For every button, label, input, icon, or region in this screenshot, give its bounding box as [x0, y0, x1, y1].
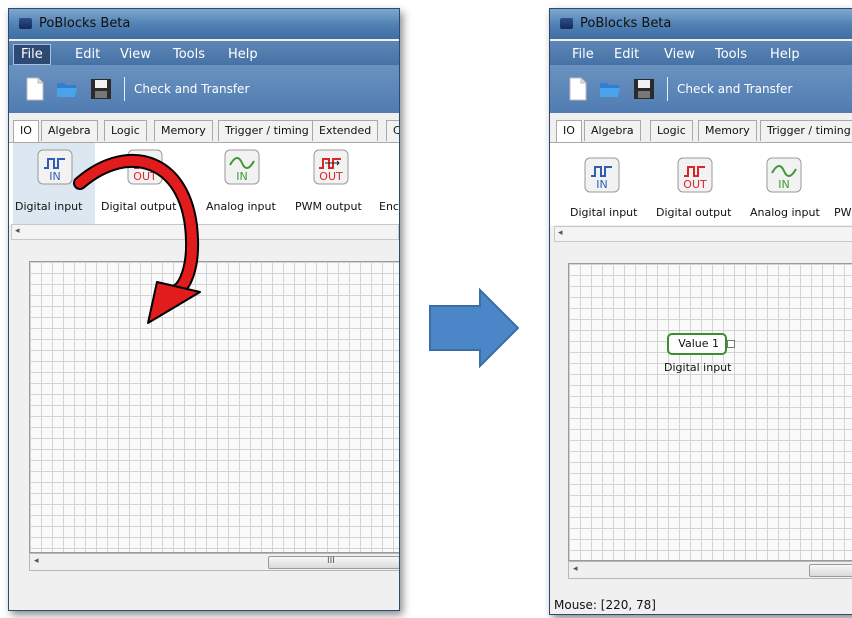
new-file-icon[interactable]	[566, 77, 590, 101]
title-bar[interactable]: PoBlocks Beta	[550, 9, 852, 39]
palette-digital-output[interactable]: OUT Digital output	[97, 143, 185, 225]
menu-bar: File Edit View Tools Help	[550, 41, 852, 65]
tab-more[interactable]: C	[386, 120, 399, 141]
tab-io[interactable]: IO	[13, 120, 39, 143]
palette-analog-input[interactable]: IN Analog input	[742, 143, 822, 225]
app-icon	[560, 18, 573, 29]
tab-trigger-timing[interactable]: Trigger / timing	[218, 120, 316, 141]
canvas-horizontal-scrollbar[interactable]: ◂	[568, 561, 852, 579]
digital-input-icon: IN	[584, 157, 620, 193]
palette-label: Analog input	[206, 200, 276, 213]
svg-text:IN: IN	[49, 170, 60, 183]
new-file-icon[interactable]	[23, 77, 47, 101]
svg-text:OUT: OUT	[133, 170, 157, 183]
palette-scrollbar[interactable]: ◂	[554, 226, 852, 242]
block-output-port[interactable]	[727, 340, 735, 348]
menu-file[interactable]: File	[13, 44, 51, 65]
menu-help[interactable]: Help	[762, 44, 808, 65]
block-caption: Digital input	[664, 361, 732, 374]
block-palette: IN Digital input OUT Digital output IN A…	[550, 142, 852, 225]
palette-label: Analog input	[750, 206, 820, 219]
transition-arrow-icon	[429, 288, 520, 368]
toolbar-separator	[124, 77, 125, 101]
palette-label: PW	[834, 206, 852, 219]
scroll-thumb[interactable]	[809, 564, 852, 577]
palette-analog-input[interactable]: IN Analog input	[204, 143, 286, 225]
svg-text:IN: IN	[778, 178, 789, 191]
palette-label: Digital input	[15, 200, 83, 213]
palette-digital-output[interactable]: OUT Digital output	[648, 143, 738, 225]
scroll-left-icon[interactable]: ◂	[15, 226, 20, 236]
svg-text:IN: IN	[596, 178, 607, 191]
toolbar: Check and Transfer	[9, 65, 399, 113]
tab-logic[interactable]: Logic	[104, 120, 147, 141]
palette-encoder-partial[interactable]: Enc	[377, 143, 399, 225]
app-window-after: PoBlocks Beta File Edit View Tools Help …	[549, 8, 852, 615]
palette-label: PWM output	[295, 200, 362, 213]
open-folder-icon[interactable]	[598, 77, 622, 101]
tab-trigger-timing[interactable]: Trigger / timing	[760, 120, 852, 141]
digital-input-icon: IN	[37, 149, 73, 185]
window-title: PoBlocks Beta	[39, 16, 131, 31]
scroll-left-icon[interactable]: ◂	[558, 228, 563, 238]
menu-tools[interactable]: Tools	[165, 44, 213, 65]
menu-edit[interactable]: Edit	[67, 44, 108, 65]
app-window-before: PoBlocks Beta File Edit View Tools Help …	[8, 8, 400, 611]
check-and-transfer-button[interactable]: Check and Transfer	[134, 82, 249, 96]
menu-view[interactable]: View	[656, 44, 703, 65]
palette-pwm-output-partial[interactable]: PW	[826, 143, 852, 225]
scroll-thumb[interactable]: III	[268, 556, 399, 569]
save-icon[interactable]	[632, 77, 656, 101]
menu-help[interactable]: Help	[220, 44, 266, 65]
tab-algebra[interactable]: Algebra	[41, 120, 98, 141]
canvas-horizontal-scrollbar[interactable]: ◂ III	[29, 553, 399, 571]
save-icon[interactable]	[89, 77, 113, 101]
analog-input-icon: IN	[766, 157, 802, 193]
block-value: Value 1	[678, 337, 719, 350]
status-bar: Mouse: [220, 78]	[554, 598, 656, 612]
svg-text:OUT: OUT	[683, 178, 707, 191]
menu-file[interactable]: File	[564, 44, 602, 65]
tab-extended[interactable]: Extended	[312, 120, 379, 141]
menu-edit[interactable]: Edit	[606, 44, 647, 65]
palette-digital-input[interactable]: IN Digital input	[560, 143, 644, 225]
digital-output-icon: OUT	[127, 149, 163, 185]
title-bar[interactable]: PoBlocks Beta	[9, 9, 399, 39]
pwm-output-icon: OUT	[313, 149, 349, 185]
toolbar: Check and Transfer	[550, 65, 852, 113]
block-palette: IN Digital input OUT Digital output IN A…	[9, 142, 399, 225]
menu-bar: File Edit View Tools Help	[9, 41, 399, 65]
toolbar-separator	[667, 77, 668, 101]
palette-label: Digital output	[656, 206, 732, 219]
program-canvas[interactable]	[568, 263, 852, 561]
scroll-left-icon[interactable]: ◂	[34, 556, 39, 566]
digital-input-block[interactable]: Value 1	[667, 333, 727, 355]
svg-text:OUT: OUT	[319, 170, 343, 183]
program-canvas[interactable]	[29, 261, 399, 553]
scroll-grip: III	[327, 556, 335, 566]
analog-input-icon: IN	[224, 149, 260, 185]
check-and-transfer-button[interactable]: Check and Transfer	[677, 82, 792, 96]
window-title: PoBlocks Beta	[580, 16, 672, 31]
palette-label: Enc	[379, 200, 399, 213]
block-category-tabs: IO Algebra Logic Memory Trigger / timing…	[9, 120, 399, 143]
tab-logic[interactable]: Logic	[650, 120, 693, 141]
tab-memory[interactable]: Memory	[698, 120, 757, 141]
block-category-tabs: IO Algebra Logic Memory Trigger / timing	[550, 120, 852, 143]
menu-tools[interactable]: Tools	[707, 44, 755, 65]
palette-scrollbar[interactable]: ◂	[11, 224, 399, 240]
tab-io[interactable]: IO	[556, 120, 582, 143]
palette-pwm-output[interactable]: OUT PWM output	[293, 143, 373, 225]
palette-label: Digital input	[570, 206, 638, 219]
palette-label: Digital output	[101, 200, 177, 213]
app-icon	[19, 18, 32, 29]
palette-digital-input[interactable]: IN Digital input	[13, 143, 95, 225]
open-folder-icon[interactable]	[55, 77, 79, 101]
svg-text:IN: IN	[236, 170, 247, 183]
tab-algebra[interactable]: Algebra	[584, 120, 641, 141]
scroll-left-icon[interactable]: ◂	[573, 564, 578, 574]
tab-memory[interactable]: Memory	[154, 120, 213, 141]
digital-output-icon: OUT	[677, 157, 713, 193]
menu-view[interactable]: View	[112, 44, 159, 65]
